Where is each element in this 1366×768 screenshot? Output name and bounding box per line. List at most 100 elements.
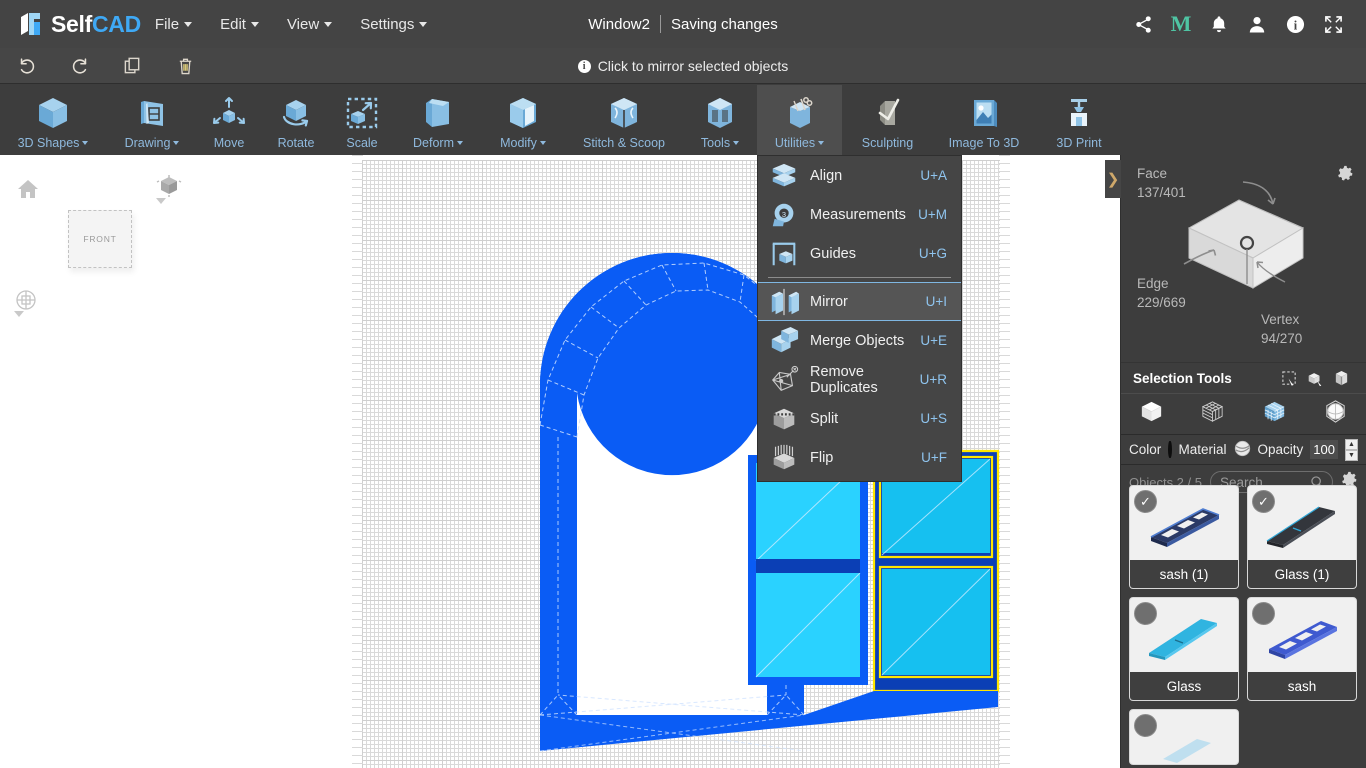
snap-grid-icon[interactable] xyxy=(14,288,38,335)
opacity-stepper[interactable]: ▲ ▼ xyxy=(1345,438,1358,461)
object-checkbox[interactable]: ✓ xyxy=(1252,602,1275,625)
ribbon-tool-rotate[interactable]: Rotate xyxy=(263,85,329,155)
ribbon-label-stitch-scoop: Stitch & Scoop xyxy=(583,136,665,150)
menu-shortcut-merge-objects: U+E xyxy=(920,333,947,348)
objects-grid: ✓ sash (1) ✓ Glass (1) Glass sash xyxy=(1121,479,1366,768)
chevron-down-icon[interactable] xyxy=(14,311,24,334)
ribbon-tool-move[interactable]: Move xyxy=(195,85,263,155)
viewport-ruler-left xyxy=(352,155,363,768)
opacity-input[interactable]: 100 xyxy=(1310,440,1338,459)
chevron-down-icon xyxy=(818,141,825,145)
menu-file-label: File xyxy=(154,15,180,33)
chevron-down-icon xyxy=(324,21,333,27)
menu-file[interactable]: File xyxy=(141,0,206,48)
chevron-down-icon[interactable] xyxy=(156,198,166,221)
ribbon-tool-utilities[interactable]: Utilities xyxy=(757,85,842,155)
mirror-icon xyxy=(758,287,810,317)
user-account-icon[interactable] xyxy=(1238,0,1276,48)
notifications-bell-icon[interactable] xyxy=(1200,0,1238,48)
color-label: Color xyxy=(1129,442,1162,457)
object-checkbox[interactable]: ✓ xyxy=(1134,714,1157,737)
ribbon-tool-scale[interactable]: Scale xyxy=(329,85,395,155)
utilities-icon xyxy=(780,93,820,133)
menu-item-merge-objects[interactable]: Merge Objects U+E xyxy=(758,321,961,360)
stepper-down-icon[interactable]: ▼ xyxy=(1345,449,1358,461)
face-label: Face xyxy=(1137,166,1168,181)
ribbon-tool-drawing[interactable]: Drawing xyxy=(113,85,191,155)
copy-button[interactable] xyxy=(106,48,159,84)
menu-view[interactable]: View xyxy=(273,0,346,48)
view-mode-row xyxy=(1121,393,1366,435)
chevron-down-icon xyxy=(250,21,259,27)
home-icon[interactable] xyxy=(16,177,40,206)
menu-item-flip[interactable]: Flip U+F xyxy=(758,438,961,477)
object-checkbox[interactable]: ✓ xyxy=(1134,490,1157,513)
menu-item-mirror[interactable]: Mirror U+I xyxy=(758,282,961,321)
object-card[interactable]: ✓ Glass xyxy=(1129,597,1239,701)
object-card[interactable]: ✓ xyxy=(1129,709,1239,765)
menu-shortcut-mirror: U+I xyxy=(925,294,947,309)
wireframe-view-icon[interactable] xyxy=(1199,398,1226,430)
solid-view-icon[interactable] xyxy=(1138,398,1165,430)
ribbon-tool-modify[interactable]: Modify xyxy=(485,85,561,155)
rectangle-select-icon[interactable] xyxy=(1276,370,1302,387)
object-card[interactable]: ✓ sash (1) xyxy=(1129,485,1239,589)
ribbon-tool-deform[interactable]: Deform xyxy=(400,85,476,155)
object-checkbox[interactable]: ✓ xyxy=(1134,602,1157,625)
menu-item-align[interactable]: Align U+A xyxy=(758,156,961,195)
ribbon-label-rotate: Rotate xyxy=(277,136,315,150)
menu-item-remove-duplicates[interactable]: Remove Duplicates U+R xyxy=(758,360,961,399)
info-icon[interactable]: i xyxy=(1276,0,1314,48)
ribbon-toolbar: 3D Shapes Drawing Move Rotate Scale Defo… xyxy=(0,85,1366,218)
chevron-down-icon xyxy=(184,21,193,27)
menu-settings[interactable]: Settings xyxy=(346,0,441,48)
menu-item-measurements[interactable]: 3 Measurements U+M xyxy=(758,195,961,234)
ribbon-tool-3d-print[interactable]: 3D Print xyxy=(1040,85,1118,155)
object-select-icon[interactable] xyxy=(1302,370,1328,387)
menu-shortcut-measurements: U+M xyxy=(918,207,947,222)
share-icon[interactable] xyxy=(1124,0,1162,48)
ribbon-tool-image-to-3d[interactable]: Image To 3D xyxy=(933,85,1035,155)
undo-button[interactable] xyxy=(0,48,53,84)
chevron-down-icon xyxy=(456,141,463,145)
view-cube-front-face[interactable]: FRONT xyxy=(68,210,132,268)
object-card[interactable]: ✓ Glass (1) xyxy=(1247,485,1357,589)
redo-button[interactable] xyxy=(53,48,106,84)
view-cube-icon[interactable] xyxy=(156,173,182,222)
menu-label-guides: Guides xyxy=(810,245,856,262)
material-sphere-icon[interactable] xyxy=(1234,440,1251,460)
menu-settings-label: Settings xyxy=(360,15,415,33)
panel-collapse-chevron-right-icon[interactable]: ❯ xyxy=(1105,160,1121,198)
menu-item-guides[interactable]: Guides U+G xyxy=(758,234,961,273)
object-checkbox[interactable]: ✓ xyxy=(1252,490,1275,513)
menu-edit[interactable]: Edit xyxy=(206,0,273,48)
brand-m-icon[interactable]: M xyxy=(1162,0,1200,48)
ribbon-tool-sculpting[interactable]: Sculpting xyxy=(845,85,930,155)
menu-item-split[interactable]: Split U+S xyxy=(758,399,961,438)
viewport-ruler-right xyxy=(999,155,1010,768)
top-right-icons: M i xyxy=(1124,0,1352,48)
menu-label-merge-objects: Merge Objects xyxy=(810,332,905,349)
object-name: sash xyxy=(1248,672,1356,700)
loop-select-icon[interactable] xyxy=(1328,370,1354,387)
edge-count: Edge 229/669 xyxy=(1137,274,1186,312)
ribbon-tool-tools[interactable]: Tools xyxy=(686,85,754,155)
selfcad-logo-icon xyxy=(18,10,46,38)
app-logo[interactable]: SelfCAD xyxy=(18,10,141,38)
selection-tools-row: Selection Tools xyxy=(1121,363,1366,393)
stitch-scoop-icon xyxy=(604,93,644,133)
align-icon xyxy=(758,161,810,191)
selection-settings-gear-icon[interactable] xyxy=(1337,165,1354,187)
color-swatch[interactable] xyxy=(1168,441,1172,458)
stepper-up-icon[interactable]: ▲ xyxy=(1345,438,1358,450)
ribbon-tool-stitch-scoop[interactable]: Stitch & Scoop xyxy=(566,85,682,155)
menu-edit-label: Edit xyxy=(220,15,246,33)
utilities-dropdown-menu[interactable]: Align U+A 3 Measurements U+M Guides U+G xyxy=(757,155,962,482)
delete-button[interactable] xyxy=(159,48,212,84)
object-card[interactable]: ✓ sash xyxy=(1247,597,1357,701)
fullscreen-icon[interactable] xyxy=(1314,0,1352,48)
menu-shortcut-guides: U+G xyxy=(918,246,947,261)
ribbon-tool-3d-shapes[interactable]: 3D Shapes xyxy=(12,85,94,155)
shaded-wireframe-view-icon[interactable] xyxy=(1261,398,1288,430)
xray-view-icon[interactable] xyxy=(1322,398,1349,430)
